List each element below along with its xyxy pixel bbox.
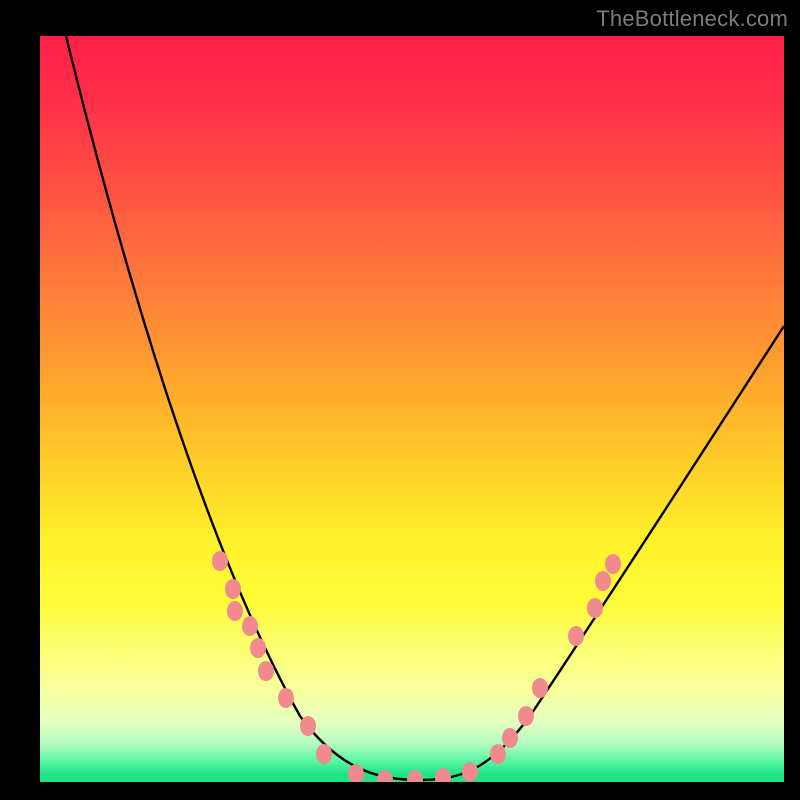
chart-frame: TheBottleneck.com bbox=[0, 0, 800, 800]
marker-dot bbox=[605, 554, 621, 574]
marker-dot bbox=[377, 770, 393, 782]
bottleneck-curve bbox=[66, 36, 784, 780]
marker-dot bbox=[258, 661, 274, 681]
marker-dot bbox=[250, 638, 266, 658]
marker-dot bbox=[532, 678, 548, 698]
marker-dot bbox=[462, 762, 478, 782]
marker-dot bbox=[348, 764, 364, 782]
marker-dot bbox=[490, 744, 506, 764]
curve-layer bbox=[40, 36, 784, 782]
marker-dot bbox=[278, 688, 294, 708]
marker-dot bbox=[595, 571, 611, 591]
marker-dot bbox=[568, 626, 584, 646]
marker-dot bbox=[435, 768, 451, 782]
marker-dot bbox=[587, 598, 603, 618]
marker-dot bbox=[227, 601, 243, 621]
marker-dot bbox=[502, 728, 518, 748]
plot-area bbox=[40, 36, 784, 782]
marker-dot bbox=[316, 744, 332, 764]
marker-dot bbox=[518, 706, 534, 726]
watermark-label: TheBottleneck.com bbox=[596, 6, 788, 32]
marker-dot bbox=[212, 551, 228, 571]
marker-dot bbox=[242, 616, 258, 636]
marker-dot bbox=[407, 770, 423, 782]
marker-dot bbox=[300, 716, 316, 736]
marker-dot bbox=[225, 579, 241, 599]
